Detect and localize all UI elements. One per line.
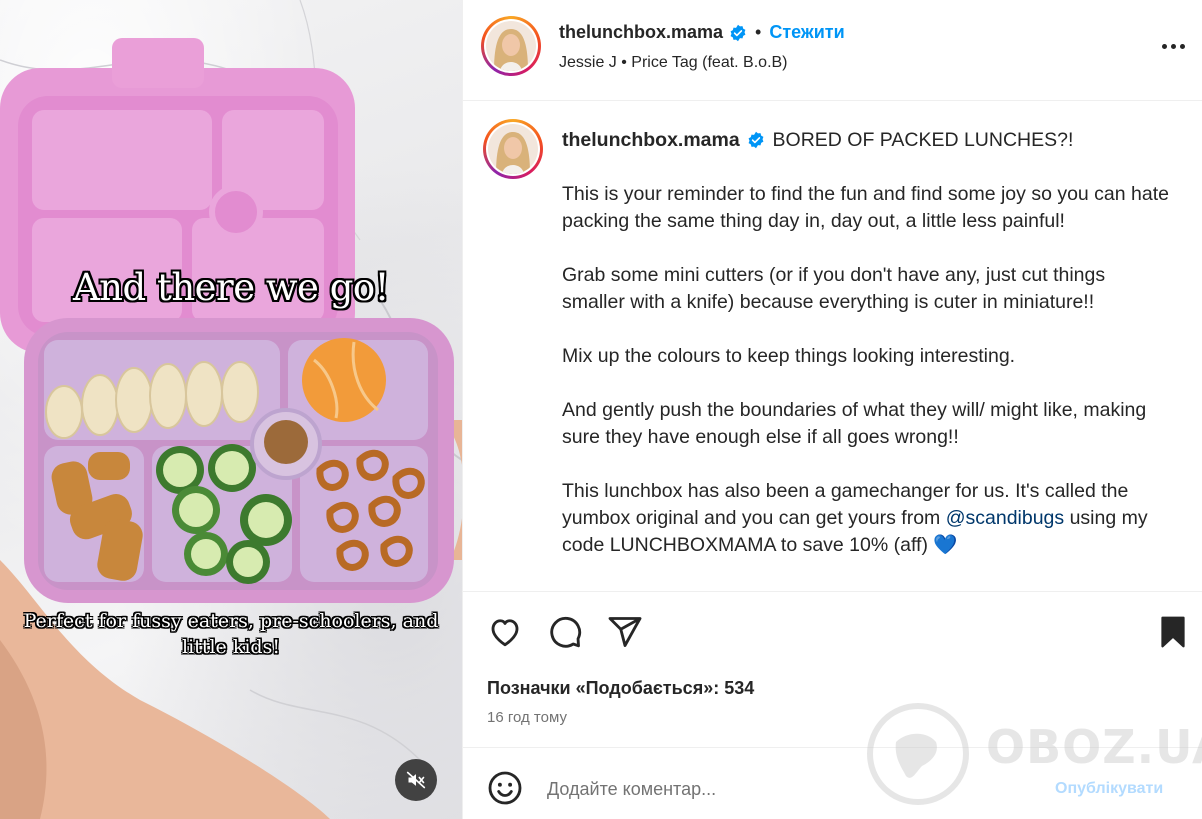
video-overlay-title: And there we go! xyxy=(72,266,390,309)
author-username[interactable]: thelunchbox.mama xyxy=(559,22,723,43)
video-overlay-subtitle: Perfect for fussy eaters, pre-schoolers,… xyxy=(23,610,439,658)
post-side-panel: thelunchbox.mama • Стежити Jessie J • Pr… xyxy=(462,0,1202,819)
heart-icon[interactable] xyxy=(487,614,523,650)
post-caption: thelunchbox.mama BORED OF PACKED LUNCHES… xyxy=(562,127,1172,586)
caption-section: thelunchbox.mama BORED OF PACKED LUNCHES… xyxy=(463,101,1202,591)
avatar-photo xyxy=(486,21,536,71)
caption-author-avatar[interactable] xyxy=(483,119,543,179)
avatar-photo xyxy=(488,124,538,174)
caption-paragraph: And gently push the boundaries of what t… xyxy=(562,399,1147,448)
bookmark-icon[interactable] xyxy=(1155,614,1191,650)
verified-badge-icon xyxy=(748,131,764,149)
caption-paragraph-last: This lunchbox has also been a gamechange… xyxy=(562,478,1172,559)
author-avatar[interactable] xyxy=(481,16,541,76)
lunchbox-photo xyxy=(0,0,462,819)
blue-heart-emoji: 💙 xyxy=(933,534,958,556)
more-options-icon[interactable] xyxy=(1156,32,1190,60)
likes-count[interactable]: Позначки «Подобається»: 534 xyxy=(487,678,754,699)
verified-badge-icon xyxy=(730,24,746,41)
speaker-muted-icon xyxy=(406,771,426,789)
share-icon[interactable] xyxy=(607,614,643,650)
mute-button[interactable] xyxy=(395,759,437,801)
emoji-icon[interactable] xyxy=(487,770,523,806)
comment-input[interactable] xyxy=(547,774,1027,804)
publish-button[interactable]: Опублікувати xyxy=(1055,780,1163,798)
separator-dot: • xyxy=(755,22,762,42)
comment-bar: Опублікувати xyxy=(463,747,1202,819)
follow-button[interactable]: Стежити xyxy=(769,22,844,43)
caption-paragraph: Grab some mini cutters (or if you don't … xyxy=(562,264,1106,313)
caption-paragraph: This is your reminder to find the fun an… xyxy=(562,183,1169,232)
caption-paragraph: Mix up the colours to keep things lookin… xyxy=(562,345,1016,367)
audio-track[interactable]: Jessie J • Price Tag (feat. B.o.B) xyxy=(559,54,788,72)
mention-link[interactable]: @scandibugs xyxy=(946,507,1064,529)
caption-username[interactable]: thelunchbox.mama xyxy=(562,129,740,151)
post-timestamp[interactable]: 16 год тому xyxy=(487,709,567,726)
comment-icon[interactable] xyxy=(547,614,583,650)
post-media[interactable]: And there we go! Perfect for fussy eater… xyxy=(0,0,462,819)
caption-headline: BORED OF PACKED LUNCHES?! xyxy=(772,129,1074,151)
post-header: thelunchbox.mama • Стежити Jessie J • Pr… xyxy=(463,0,1202,101)
post-actions: Позначки «Подобається»: 534 16 год тому xyxy=(463,591,1202,747)
